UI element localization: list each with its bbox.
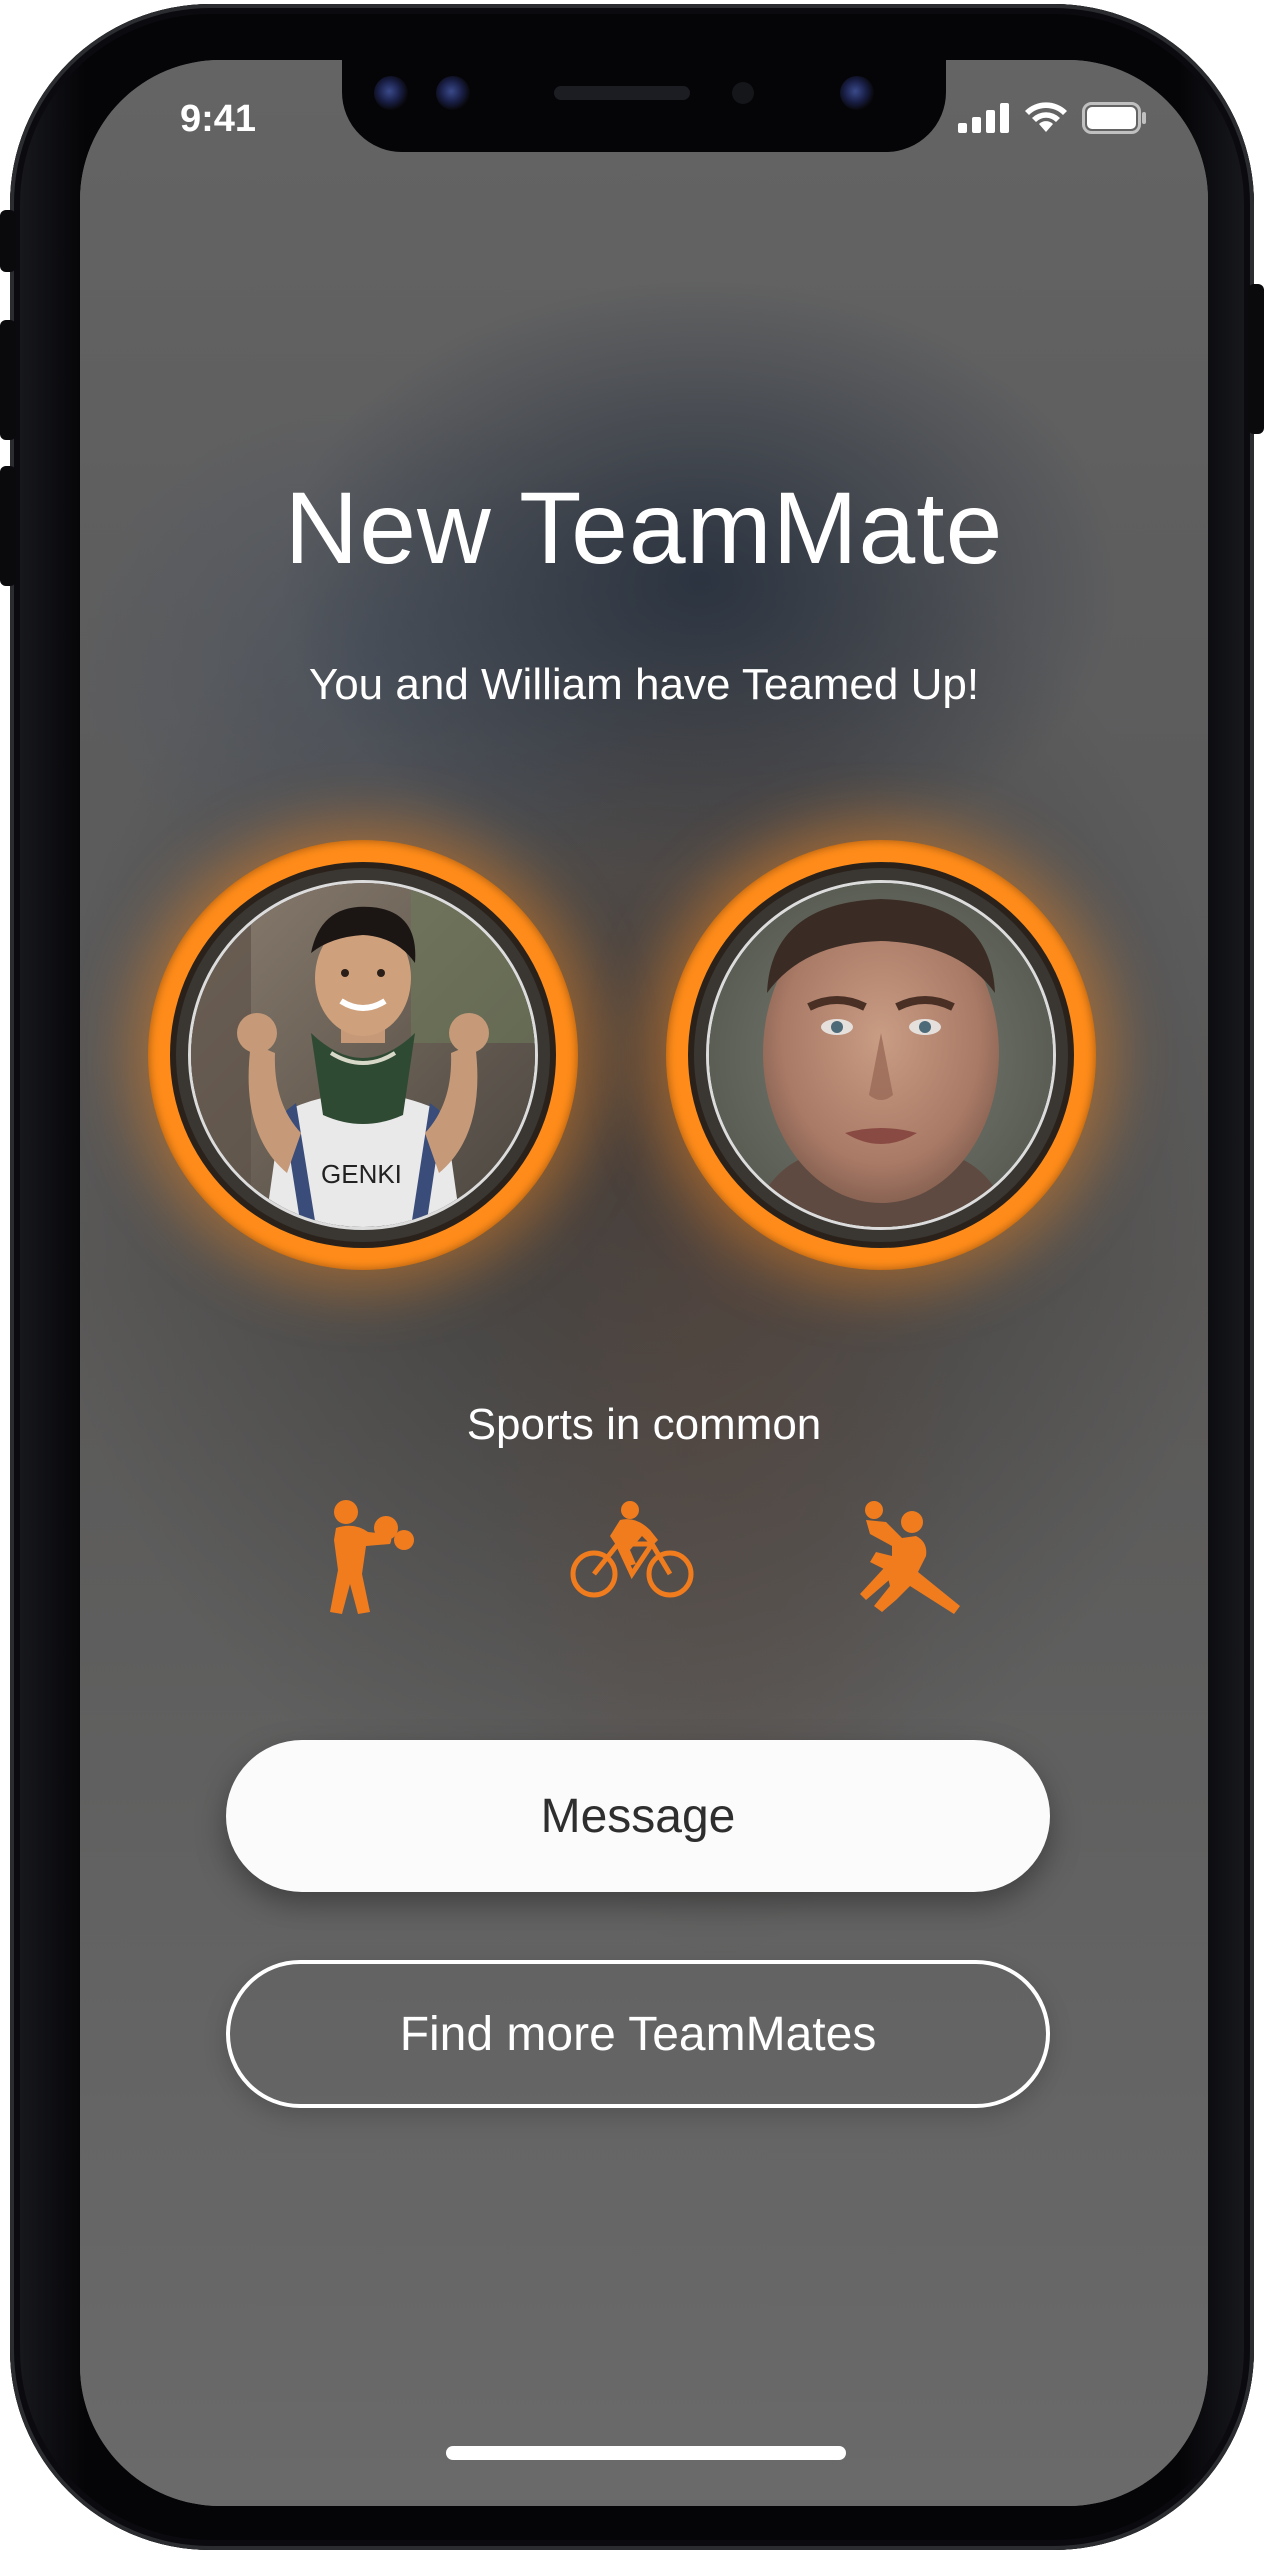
proximity-sensor bbox=[732, 82, 754, 104]
user-avatar[interactable]: GENKI bbox=[148, 840, 578, 1270]
page-title: New TeamMate bbox=[284, 471, 1004, 585]
cycling-icon bbox=[570, 1501, 694, 1598]
camera-lens-icon bbox=[436, 76, 470, 110]
boxing-icon bbox=[330, 1500, 414, 1614]
person-photo-icon: GENKI bbox=[191, 883, 535, 1227]
screen: 9:41 New TeamMate You and William have T… bbox=[80, 60, 1208, 2506]
status-time: 9:41 bbox=[180, 98, 257, 140]
wifi-icon bbox=[1025, 102, 1067, 132]
status-icons bbox=[958, 102, 1148, 134]
earpiece-speaker bbox=[554, 86, 690, 100]
dancing-icon bbox=[860, 1501, 960, 1614]
battery-icon bbox=[1082, 102, 1146, 134]
person-photo-icon bbox=[709, 883, 1053, 1227]
volume-up-button bbox=[0, 320, 16, 440]
sports-in-common-label: Sports in common bbox=[466, 1400, 822, 1449]
power-button bbox=[1248, 284, 1264, 434]
home-indicator[interactable] bbox=[446, 2446, 846, 2460]
blurred-background bbox=[80, 60, 1208, 2506]
phone-frame: 9:41 New TeamMate You and William have T… bbox=[0, 4, 1264, 2550]
camera-lens-icon bbox=[374, 76, 408, 110]
match-subtitle: You and William have Teamed Up! bbox=[308, 660, 980, 709]
front-camera-icon bbox=[840, 76, 874, 110]
user-avatar-photo: GENKI bbox=[188, 880, 538, 1230]
william-avatar-photo bbox=[706, 880, 1056, 1230]
cellular-signal-icon bbox=[958, 103, 1009, 133]
svg-text:GENKI: GENKI bbox=[321, 1159, 402, 1189]
find-more-teammates-button[interactable]: Find more TeamMates bbox=[226, 1960, 1050, 2108]
silent-switch bbox=[0, 210, 16, 272]
notch bbox=[342, 60, 946, 152]
message-button[interactable]: Message bbox=[226, 1740, 1050, 1892]
volume-down-button bbox=[0, 466, 16, 586]
william-avatar[interactable] bbox=[666, 840, 1096, 1270]
